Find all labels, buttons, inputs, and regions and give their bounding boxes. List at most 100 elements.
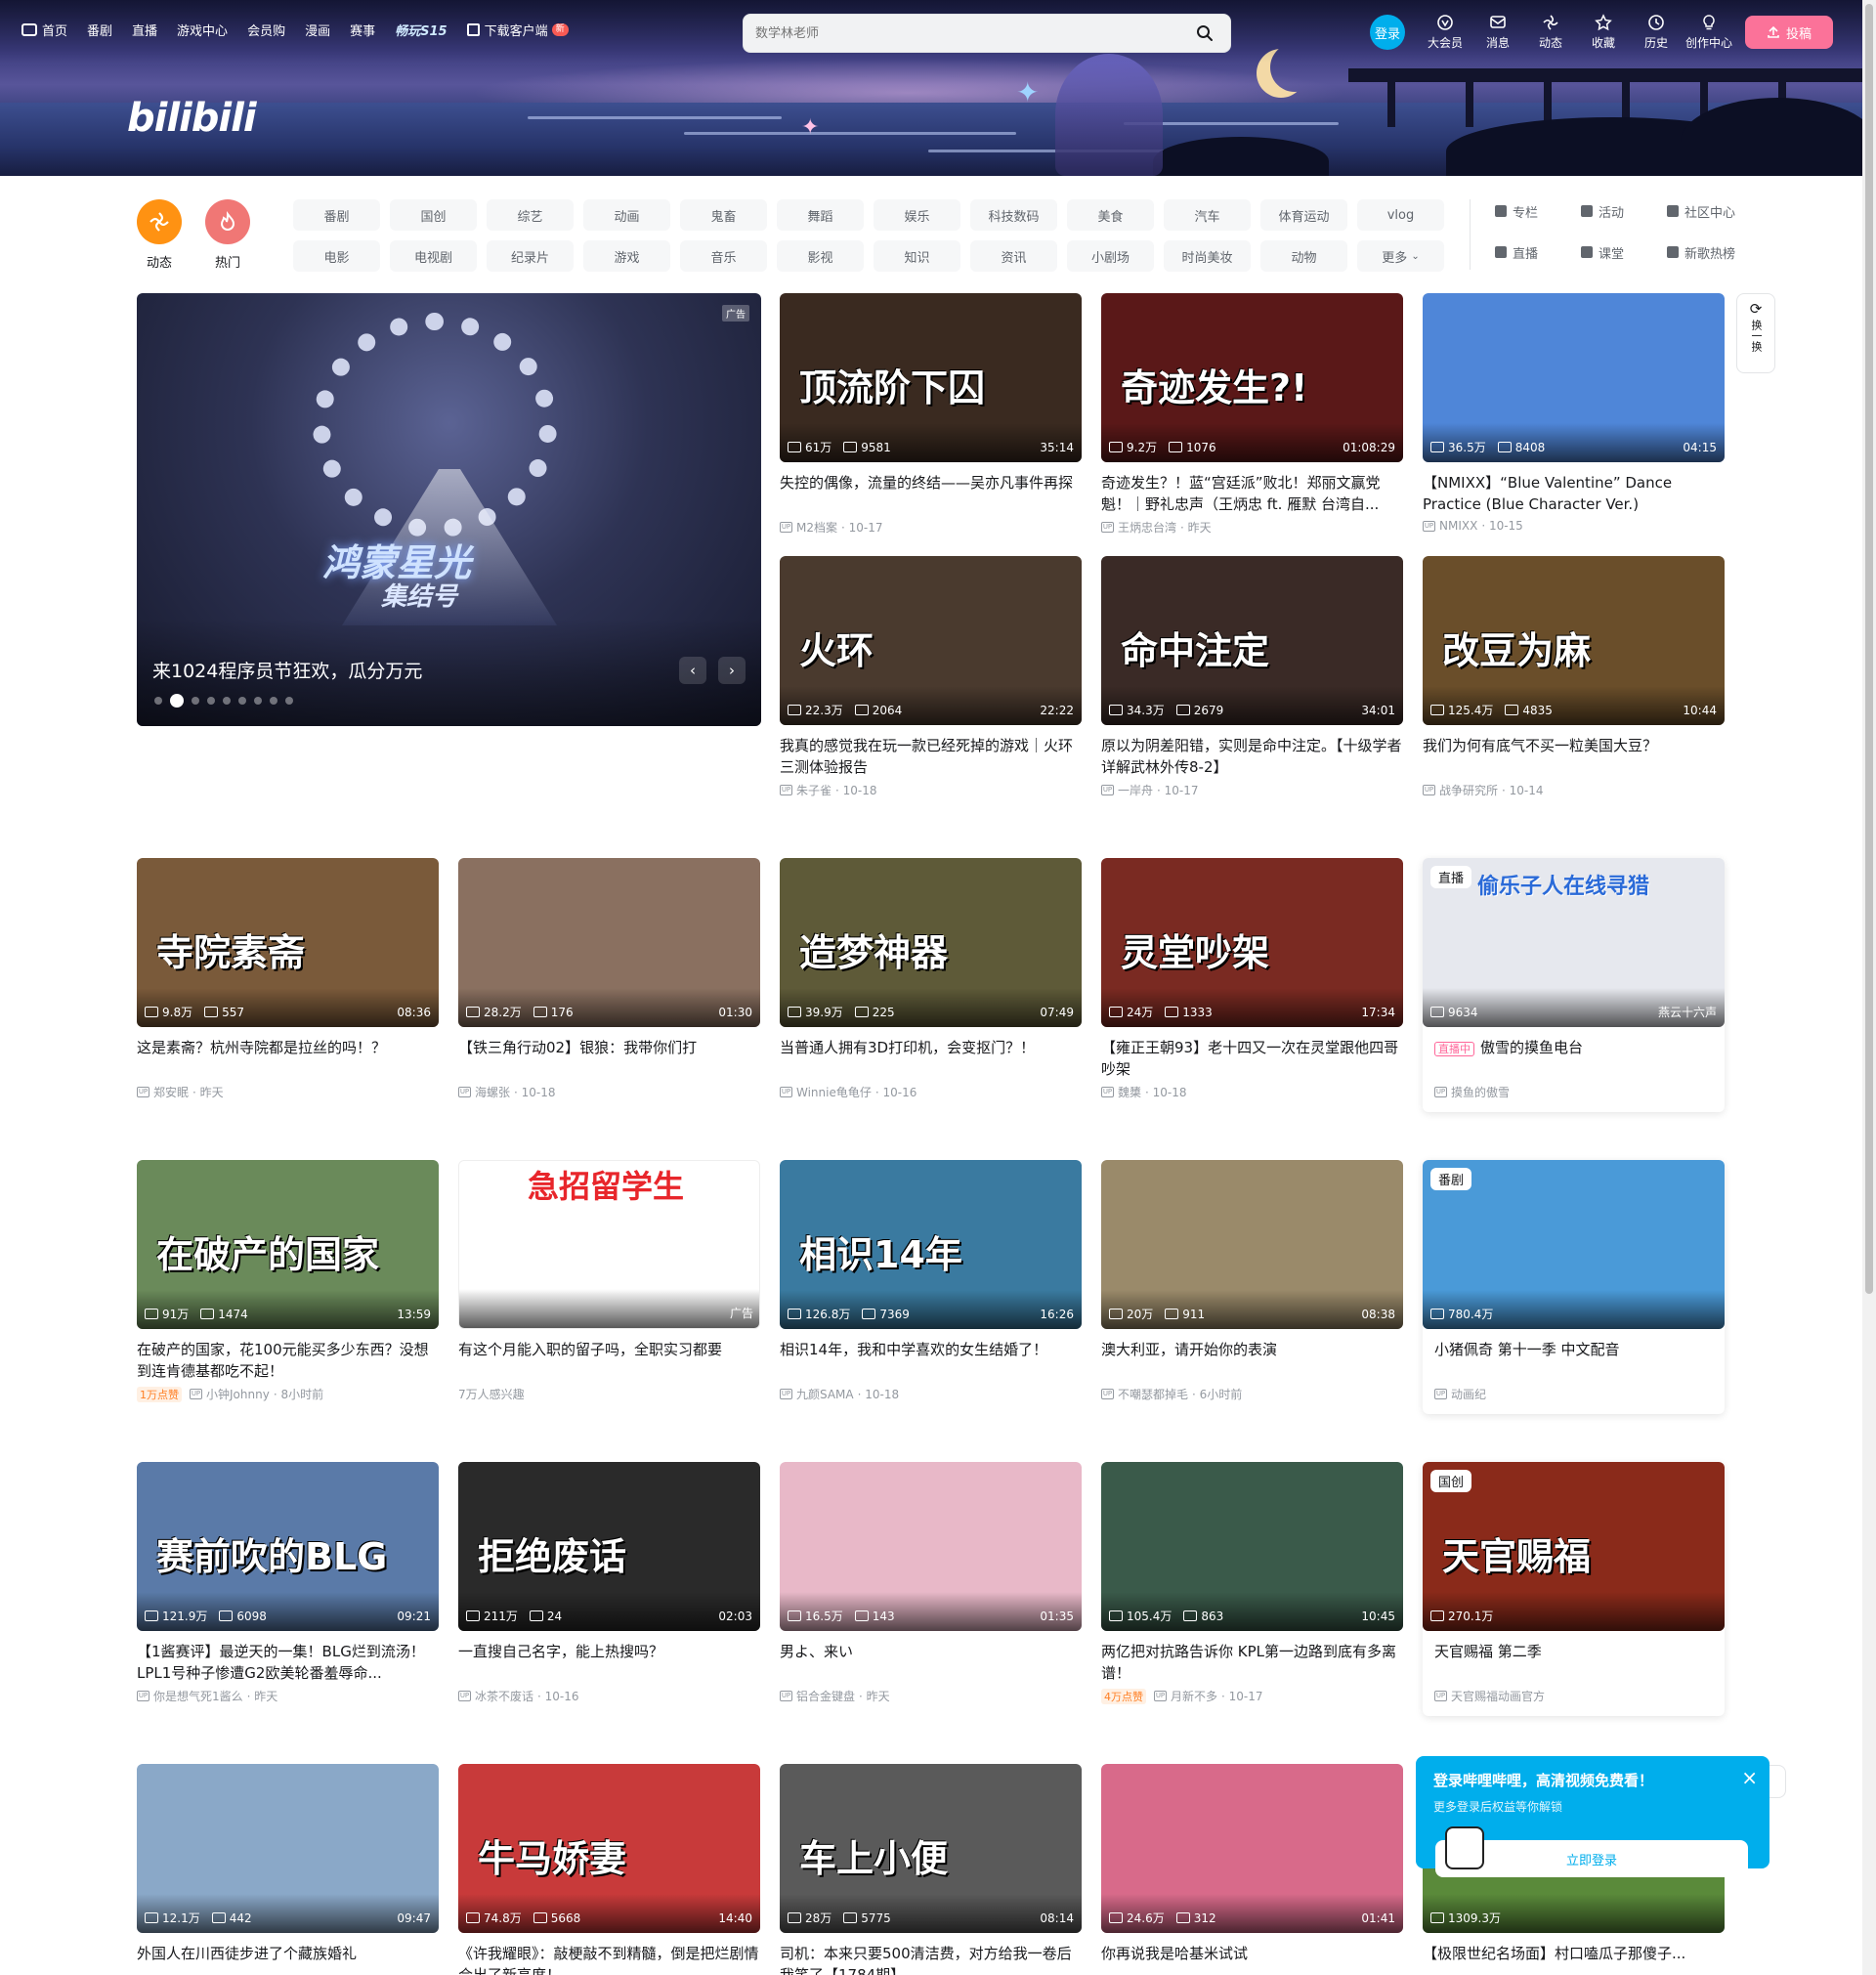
uploader-name[interactable]: 天官赐福动画官方 (1451, 1688, 1545, 1704)
category-button[interactable]: 时尚美妆 (1164, 240, 1251, 272)
video-thumbnail[interactable]: 顶流阶下囚 61万 9581 35:14 (780, 293, 1082, 462)
carousel-dot[interactable] (285, 697, 293, 705)
scrollbar[interactable] (1862, 0, 1876, 1975)
category-button[interactable]: 美食 (1067, 199, 1154, 231)
video-card[interactable]: 番剧 780.4万 小猪佩奇 第十一季 中文配音 UP 动画纪 (1423, 1160, 1725, 1414)
video-thumbnail[interactable]: 16.5万 143 01:35 (780, 1462, 1082, 1631)
video-card[interactable]: 16.5万 143 01:35 男よ、来い UP 铝合金键盘 · 昨天 (780, 1462, 1082, 1704)
category-button[interactable]: vlog (1357, 199, 1444, 231)
category-button[interactable]: 国创 (390, 199, 477, 231)
carousel-title[interactable]: 来1024程序员节狂欢，瓜分万元 (152, 657, 422, 683)
video-title[interactable]: 直播中 傲雪的摸鱼电台 (1423, 1037, 1725, 1080)
nav-item-anime[interactable]: 番剧 (87, 21, 112, 39)
category-button[interactable]: 影视 (777, 240, 864, 272)
search-icon[interactable] (1191, 20, 1218, 47)
banner-carousel[interactable]: 鸿蒙星光 集结号 广告 来1024程序员节狂欢，瓜分万元 ‹ › (137, 293, 761, 726)
nav-message[interactable]: 消息 (1471, 14, 1524, 51)
uploader-name[interactable]: 郑安眠 (153, 1084, 189, 1100)
video-title[interactable]: 相识14年，我和中学喜欢的女生结婚了！ (780, 1339, 1082, 1382)
side-link-classroom[interactable]: 课堂 (1581, 240, 1667, 264)
side-link-live[interactable]: 直播 (1495, 240, 1581, 264)
category-button[interactable]: 科技数码 (970, 199, 1057, 231)
video-title[interactable]: 原以为阴差阳错，实则是命中注定。【十级学者详解武林外传8-2】 (1101, 735, 1403, 778)
category-button[interactable]: 综艺 (487, 199, 574, 231)
video-title[interactable]: 男よ、来い (780, 1641, 1082, 1684)
video-card[interactable]: 拒绝废话 211万 24 02:03 一直搜自己名字，能上热搜吗？ UP 冰茶不废话 · 10… (458, 1462, 760, 1704)
side-link-column[interactable]: 专栏 (1495, 199, 1581, 223)
nav-history[interactable]: 历史 (1630, 14, 1683, 51)
search-input[interactable] (755, 25, 1191, 41)
category-button[interactable]: 汽车 (1164, 199, 1251, 231)
uploader-name[interactable]: 7万人感兴趣 (458, 1386, 525, 1402)
uploader-name[interactable]: 铝合金键盘 (796, 1688, 855, 1704)
side-link-new-songs[interactable]: 新歌热榜 (1667, 240, 1753, 264)
video-card[interactable]: 28.2万 176 01:30 【铁三角行动02】银狼：我带你们打 UP 海螺张 · 10-… (458, 858, 760, 1100)
uploader-name[interactable]: 朱子雀 (796, 782, 831, 798)
video-title[interactable]: 这是素斋？杭州寺院都是拉丝的吗！？ (137, 1037, 439, 1080)
nav-dynamic[interactable]: 动态 (1524, 14, 1577, 51)
close-icon[interactable]: × (1741, 1766, 1758, 1789)
video-title[interactable]: 【雍正王朝93】老十四又一次在灵堂跟他四哥吵架 (1101, 1037, 1403, 1080)
video-card[interactable]: 火环 22.3万 2064 22:22 我真的感觉我在玩一款已经死掉的游戏｜火环三测体验… (780, 556, 1082, 798)
video-thumbnail[interactable]: 赛前吹的BLG 121.9万 6098 09:21 (137, 1462, 439, 1631)
category-button[interactable]: 鬼畜 (680, 199, 767, 231)
uploader-name[interactable]: 王炳忠台湾 (1118, 519, 1176, 536)
video-title[interactable]: 在破产的国家，花100元能买多少东西？没想到连肯德基都吃不起！ (137, 1339, 439, 1382)
video-thumbnail[interactable]: 24.6万 312 01:41 (1101, 1764, 1403, 1933)
category-button[interactable]: 番剧 (293, 199, 380, 231)
category-button[interactable]: 舞蹈 (777, 199, 864, 231)
video-title[interactable]: 【NMIXX】“Blue Valentine” Dance Practice (… (1423, 472, 1725, 515)
category-button[interactable]: 资讯 (970, 240, 1057, 272)
uploader-name[interactable]: 月新不多 (1171, 1688, 1217, 1704)
video-card[interactable]: 12.1万 442 09:47 外国人在川西徒步进了个藏族婚礼 (137, 1764, 439, 1975)
video-card[interactable]: 奇迹发生?! 9.2万 1076 01:08:29 奇迹发生？！蓝“宫廷派”败北！郑丽文… (1101, 293, 1403, 536)
uploader-name[interactable]: 不嘲瑟都掉毛 (1118, 1386, 1188, 1402)
nav-item-game-center[interactable]: 游戏中心 (177, 21, 228, 39)
carousel-dot[interactable] (154, 697, 162, 705)
video-thumbnail[interactable]: 番剧 780.4万 (1423, 1160, 1725, 1329)
video-title[interactable]: 天官赐福 第二季 (1423, 1641, 1725, 1684)
video-card[interactable]: 相识14年 126.8万 7369 16:26 相识14年，我和中学喜欢的女生结婚了！ U… (780, 1160, 1082, 1402)
video-thumbnail[interactable]: 造梦神器 39.9万 225 07:49 (780, 858, 1082, 1027)
category-button[interactable]: 小剧场 (1067, 240, 1154, 272)
video-title[interactable]: 你再说我是哈基米试试 (1101, 1943, 1403, 1975)
uploader-name[interactable]: M2档案 (796, 519, 837, 536)
uploader-name[interactable]: NMIXX (1439, 519, 1477, 533)
uploader-name[interactable]: 你是想气死1酱么 (153, 1688, 243, 1704)
video-title[interactable]: 外国人在川西徒步进了个藏族婚礼 (137, 1943, 439, 1975)
nav-item-live[interactable]: 直播 (132, 21, 157, 39)
nav-home-link[interactable]: 首页 (21, 21, 67, 39)
nav-favorite[interactable]: 收藏 (1577, 14, 1630, 51)
category-button[interactable]: 娱乐 (874, 199, 960, 231)
category-button[interactable]: 游戏 (583, 240, 670, 272)
nav-item-mall[interactable]: 会员购 (247, 21, 285, 39)
carousel-dot[interactable] (254, 697, 262, 705)
login-avatar-button[interactable]: 登录 (1370, 15, 1405, 50)
video-card[interactable]: 24.6万 312 01:41 你再说我是哈基米试试 (1101, 1764, 1403, 1975)
video-title[interactable]: 【铁三角行动02】银狼：我带你们打 (458, 1037, 760, 1080)
video-thumbnail[interactable]: 命中注定 34.3万 2679 34:01 (1101, 556, 1403, 725)
video-title[interactable]: 澳大利亚，请开始你的表演 (1101, 1339, 1403, 1382)
video-thumbnail[interactable]: 105.4万 863 10:45 (1101, 1462, 1403, 1631)
uploader-name[interactable]: 魏橥 (1118, 1084, 1141, 1100)
uploader-name[interactable]: 小钟Johnny (206, 1386, 270, 1402)
video-title[interactable]: 我们为何有底气不买一粒美国大豆？ (1423, 735, 1725, 778)
channel-hot[interactable]: 热门 (205, 199, 250, 271)
video-thumbnail[interactable]: 在破产的国家 91万 1474 13:59 (137, 1160, 439, 1329)
video-card[interactable]: 顶流阶下囚 61万 9581 35:14 失控的偶像，流量的终结——吴亦凡事件再探 UP M… (780, 293, 1082, 536)
video-thumbnail[interactable]: 偷乐子人在线寻猎 直播 9634 燕云十六声 (1423, 858, 1725, 1027)
bilibili-logo[interactable]: bilibili (127, 96, 257, 141)
category-more-button[interactable]: 更多 ⌄ (1357, 240, 1444, 272)
video-title[interactable]: 当普通人拥有3D打印机，会变抠门？！ (780, 1037, 1082, 1080)
scrollbar-thumb[interactable] (1865, 4, 1873, 1294)
video-title[interactable]: 司机：本来只要500清洁费，对方给我一卷后我笑了【1784期】 (780, 1943, 1082, 1975)
carousel-dot[interactable] (270, 697, 277, 705)
video-card[interactable]: 命中注定 34.3万 2679 34:01 原以为阴差阳错，实则是命中注定。【十级学者详… (1101, 556, 1403, 798)
video-thumbnail[interactable]: 12.1万 442 09:47 (137, 1764, 439, 1933)
nav-item-esports[interactable]: 赛事 (350, 21, 375, 39)
category-button[interactable]: 动物 (1260, 240, 1347, 272)
uploader-name[interactable]: 摸鱼的傲雪 (1451, 1084, 1510, 1100)
video-card[interactable]: 寺院素斋 9.8万 557 08:36 这是素斋？杭州寺院都是拉丝的吗！？ UP 郑安眠 · … (137, 858, 439, 1100)
category-button[interactable]: 电影 (293, 240, 380, 272)
video-thumbnail[interactable]: 灵堂吵架 24万 1333 17:34 (1101, 858, 1403, 1027)
